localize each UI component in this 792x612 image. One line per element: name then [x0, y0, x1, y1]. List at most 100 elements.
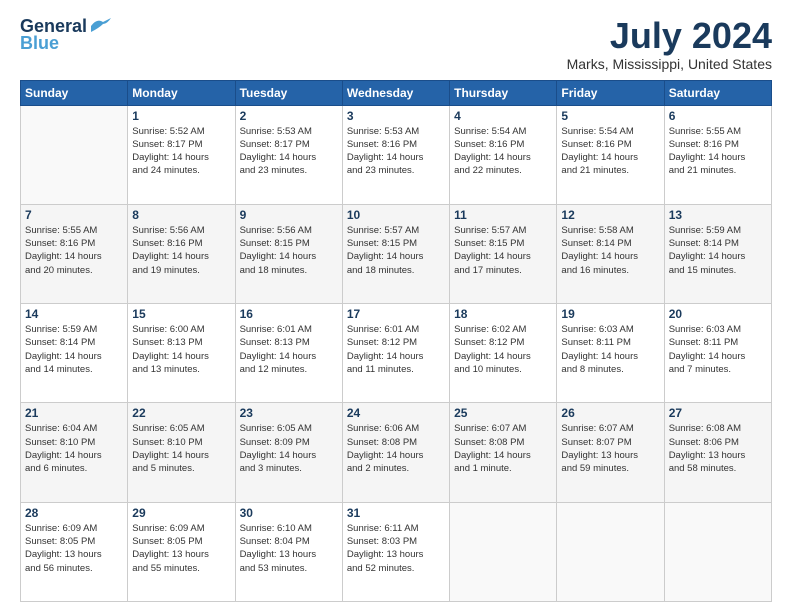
day-info: Sunrise: 6:05 AM Sunset: 8:09 PM Dayligh…: [240, 422, 338, 475]
title-block: July 2024 Marks, Mississippi, United Sta…: [567, 16, 772, 72]
col-tuesday: Tuesday: [235, 80, 342, 105]
table-row: 31Sunrise: 6:11 AM Sunset: 8:03 PM Dayli…: [342, 502, 449, 601]
table-row: 8Sunrise: 5:56 AM Sunset: 8:16 PM Daylig…: [128, 204, 235, 303]
day-info: Sunrise: 5:55 AM Sunset: 8:16 PM Dayligh…: [25, 224, 123, 277]
table-row: 30 Sunrise: 6:10 AM Sunset: 8:04 PM Dayli…: [235, 502, 342, 601]
table-row: 3Sunrise: 5:53 AM Sunset: 8:16 PM Daylig…: [342, 105, 449, 204]
day-number: 22: [132, 406, 230, 420]
day-number: 16: [240, 307, 338, 321]
table-row: 11 Sunrise: 5:57 AM Sunset: 8:15 PM Dayli…: [450, 204, 557, 303]
table-row: 21 Sunrise: 6:04 AM Sunset: 8:10 PM Dayli…: [21, 403, 128, 502]
day-info: Sunrise: 6:10 AM Sunset: 8:04 PM Dayligh…: [240, 522, 338, 575]
table-row: 27 Sunrise: 6:08 AM Sunset: 8:06 PM Dayli…: [664, 403, 771, 502]
day-number: 11: [454, 208, 552, 222]
day-number: 3: [347, 109, 445, 123]
day-info: Sunrise: 5:57 AM Sunset: 8:15 PM Dayligh…: [347, 224, 445, 277]
calendar-week-row: 28 Sunrise: 6:09 AM Sunset: 8:05 PM Dayli…: [21, 502, 772, 601]
table-row: 14Sunrise: 5:59 AM Sunset: 8:14 PM Dayli…: [21, 304, 128, 403]
day-number: 12: [561, 208, 659, 222]
table-row: 6 Sunrise: 5:55 AM Sunset: 8:16 PM Daylig…: [664, 105, 771, 204]
day-info: Sunrise: 6:04 AM Sunset: 8:10 PM Dayligh…: [25, 422, 123, 475]
day-info: Sunrise: 6:02 AM Sunset: 8:12 PM Dayligh…: [454, 323, 552, 376]
day-info: Sunrise: 5:55 AM Sunset: 8:16 PM Dayligh…: [669, 125, 767, 178]
day-number: 15: [132, 307, 230, 321]
day-info: Sunrise: 6:01 AM Sunset: 8:12 PM Dayligh…: [347, 323, 445, 376]
col-thursday: Thursday: [450, 80, 557, 105]
table-row: 10 Sunrise: 5:57 AM Sunset: 8:15 PM Dayli…: [342, 204, 449, 303]
table-row: 15 Sunrise: 6:00 AM Sunset: 8:13 PM Dayli…: [128, 304, 235, 403]
day-number: 8: [132, 208, 230, 222]
day-number: 25: [454, 406, 552, 420]
col-wednesday: Wednesday: [342, 80, 449, 105]
day-info: Sunrise: 5:52 AM Sunset: 8:17 PM Dayligh…: [132, 125, 230, 178]
calendar-week-row: 21 Sunrise: 6:04 AM Sunset: 8:10 PM Dayli…: [21, 403, 772, 502]
day-info: Sunrise: 6:08 AM Sunset: 8:06 PM Dayligh…: [669, 422, 767, 475]
day-info: Sunrise: 5:58 AM Sunset: 8:14 PM Dayligh…: [561, 224, 659, 277]
day-number: 24: [347, 406, 445, 420]
day-number: 2: [240, 109, 338, 123]
day-number: 18: [454, 307, 552, 321]
table-row: 13 Sunrise: 5:59 AM Sunset: 8:14 PM Dayli…: [664, 204, 771, 303]
calendar-table: Sunday Monday Tuesday Wednesday Thursday…: [20, 80, 772, 602]
table-row: 28 Sunrise: 6:09 AM Sunset: 8:05 PM Dayli…: [21, 502, 128, 601]
table-row: 1 Sunrise: 5:52 AM Sunset: 8:17 PM Daylig…: [128, 105, 235, 204]
day-info: Sunrise: 6:09 AM Sunset: 8:05 PM Dayligh…: [132, 522, 230, 575]
day-info: Sunrise: 5:54 AM Sunset: 8:16 PM Dayligh…: [561, 125, 659, 178]
day-number: 30: [240, 506, 338, 520]
day-info: Sunrise: 6:09 AM Sunset: 8:05 PM Dayligh…: [25, 522, 123, 575]
table-row: 16Sunrise: 6:01 AM Sunset: 8:13 PM Dayli…: [235, 304, 342, 403]
table-row: [450, 502, 557, 601]
day-info: Sunrise: 5:57 AM Sunset: 8:15 PM Dayligh…: [454, 224, 552, 277]
table-row: 25 Sunrise: 6:07 AM Sunset: 8:08 PM Dayli…: [450, 403, 557, 502]
day-info: Sunrise: 6:07 AM Sunset: 8:07 PM Dayligh…: [561, 422, 659, 475]
day-number: 13: [669, 208, 767, 222]
table-row: 26 Sunrise: 6:07 AM Sunset: 8:07 PM Dayli…: [557, 403, 664, 502]
day-number: 17: [347, 307, 445, 321]
day-info: Sunrise: 6:00 AM Sunset: 8:13 PM Dayligh…: [132, 323, 230, 376]
calendar-week-row: 14Sunrise: 5:59 AM Sunset: 8:14 PM Dayli…: [21, 304, 772, 403]
col-saturday: Saturday: [664, 80, 771, 105]
col-friday: Friday: [557, 80, 664, 105]
day-number: 10: [347, 208, 445, 222]
day-info: Sunrise: 6:07 AM Sunset: 8:08 PM Dayligh…: [454, 422, 552, 475]
table-row: 9Sunrise: 5:56 AM Sunset: 8:15 PM Daylig…: [235, 204, 342, 303]
table-row: [21, 105, 128, 204]
day-number: 14: [25, 307, 123, 321]
table-row: 7 Sunrise: 5:55 AM Sunset: 8:16 PM Daylig…: [21, 204, 128, 303]
day-number: 27: [669, 406, 767, 420]
table-row: 23 Sunrise: 6:05 AM Sunset: 8:09 PM Dayli…: [235, 403, 342, 502]
day-info: Sunrise: 5:56 AM Sunset: 8:15 PM Dayligh…: [240, 224, 338, 277]
table-row: 5Sunrise: 5:54 AM Sunset: 8:16 PM Daylig…: [557, 105, 664, 204]
table-row: 19Sunrise: 6:03 AM Sunset: 8:11 PM Dayli…: [557, 304, 664, 403]
table-row: 4 Sunrise: 5:54 AM Sunset: 8:16 PM Daylig…: [450, 105, 557, 204]
table-row: 29Sunrise: 6:09 AM Sunset: 8:05 PM Dayli…: [128, 502, 235, 601]
calendar-week-row: 7 Sunrise: 5:55 AM Sunset: 8:16 PM Daylig…: [21, 204, 772, 303]
month-title: July 2024: [567, 16, 772, 56]
logo-text-blue: Blue: [20, 33, 59, 54]
day-number: 20: [669, 307, 767, 321]
table-row: 22 Sunrise: 6:05 AM Sunset: 8:10 PM Dayli…: [128, 403, 235, 502]
day-info: Sunrise: 5:54 AM Sunset: 8:16 PM Dayligh…: [454, 125, 552, 178]
day-info: Sunrise: 6:06 AM Sunset: 8:08 PM Dayligh…: [347, 422, 445, 475]
day-number: 21: [25, 406, 123, 420]
day-number: 28: [25, 506, 123, 520]
day-number: 6: [669, 109, 767, 123]
table-row: 18 Sunrise: 6:02 AM Sunset: 8:12 PM Dayli…: [450, 304, 557, 403]
day-number: 1: [132, 109, 230, 123]
day-number: 4: [454, 109, 552, 123]
location: Marks, Mississippi, United States: [567, 56, 772, 72]
table-row: [664, 502, 771, 601]
day-info: Sunrise: 5:59 AM Sunset: 8:14 PM Dayligh…: [669, 224, 767, 277]
table-row: 20Sunrise: 6:03 AM Sunset: 8:11 PM Dayli…: [664, 304, 771, 403]
day-info: Sunrise: 6:03 AM Sunset: 8:11 PM Dayligh…: [561, 323, 659, 376]
day-info: Sunrise: 6:05 AM Sunset: 8:10 PM Dayligh…: [132, 422, 230, 475]
day-number: 26: [561, 406, 659, 420]
page: General Blue July 2024 Marks, Mississipp…: [0, 0, 792, 612]
calendar-header-row: Sunday Monday Tuesday Wednesday Thursday…: [21, 80, 772, 105]
table-row: 24 Sunrise: 6:06 AM Sunset: 8:08 PM Dayli…: [342, 403, 449, 502]
day-number: 7: [25, 208, 123, 222]
day-number: 23: [240, 406, 338, 420]
day-number: 31: [347, 506, 445, 520]
table-row: 17 Sunrise: 6:01 AM Sunset: 8:12 PM Dayli…: [342, 304, 449, 403]
table-row: 2Sunrise: 5:53 AM Sunset: 8:17 PM Daylig…: [235, 105, 342, 204]
